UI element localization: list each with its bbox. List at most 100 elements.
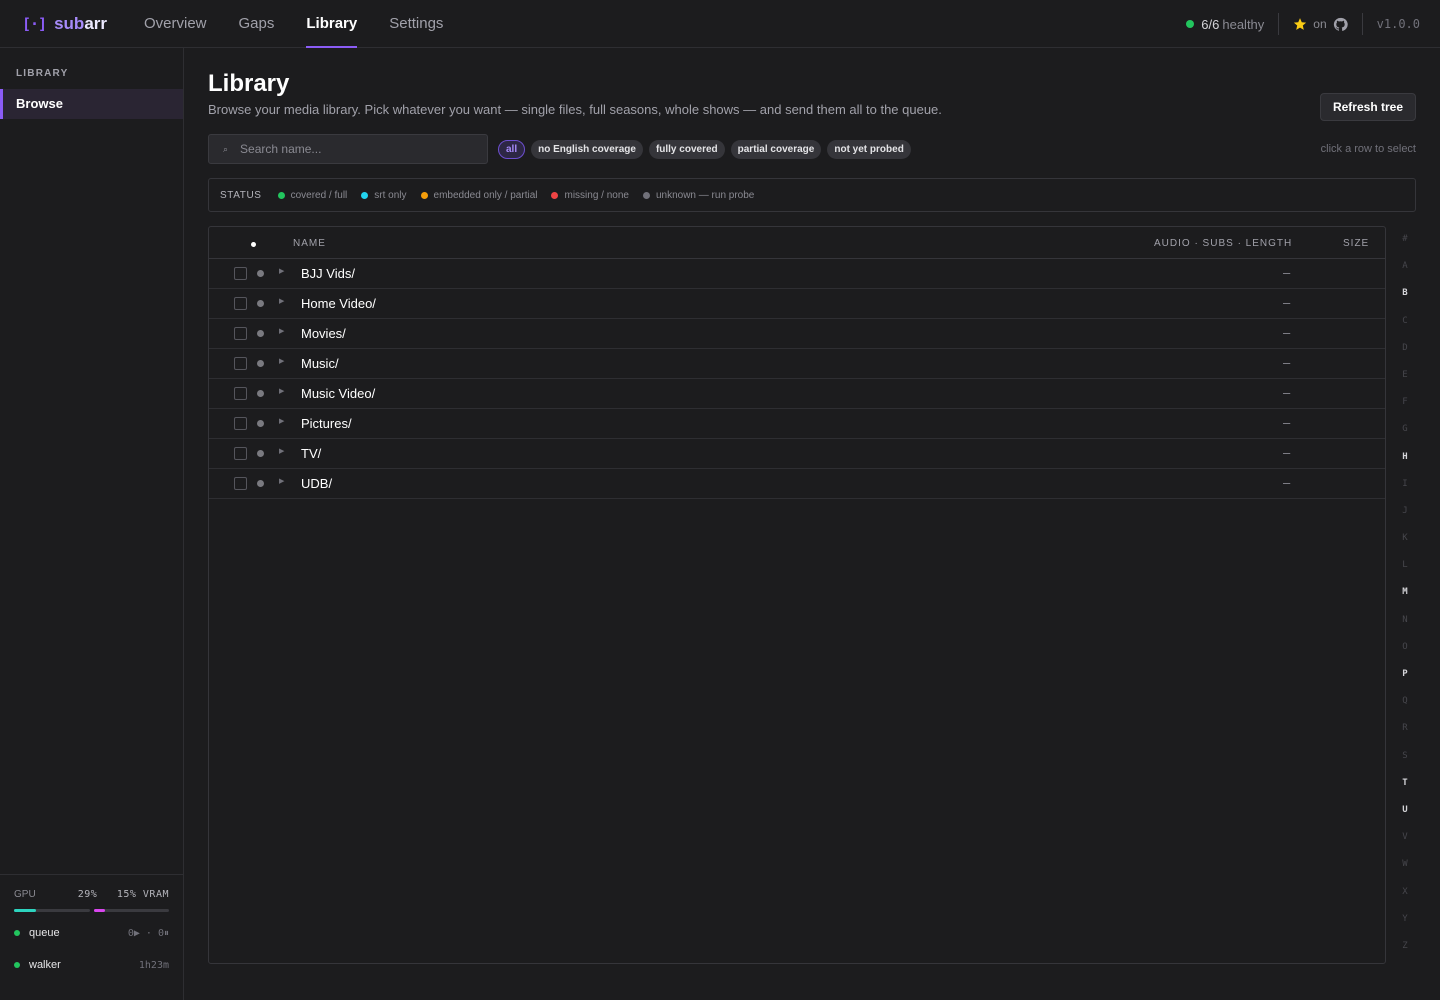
sidebar-item-browse[interactable]: Browse [0, 89, 183, 119]
service-walker[interactable]: walker 1h23m [14, 959, 169, 971]
filter-all[interactable]: all [498, 140, 526, 159]
alpha-index-letter[interactable]: F [1394, 397, 1416, 424]
tab-gaps[interactable]: Gaps [239, 0, 275, 48]
alpha-index-letter[interactable]: A [1394, 261, 1416, 288]
row-status-dot-icon [257, 270, 264, 277]
library-table: NAME AUDIO · SUBS · LENGTH SIZE ▶ BJJ Vid… [208, 226, 1386, 964]
legend-unknown-label: unknown — run probe [655, 189, 755, 201]
gpu-label: GPU [14, 889, 36, 900]
expand-caret-icon[interactable]: ▶ [279, 297, 284, 305]
filter-no-english[interactable]: no English coverage [531, 140, 643, 159]
alpha-index-letter[interactable]: O [1394, 642, 1416, 669]
tab-settings[interactable]: Settings [389, 0, 443, 48]
alpha-index-letter[interactable]: C [1394, 316, 1416, 343]
filter-partial[interactable]: partial coverage [730, 140, 822, 159]
legend-dot-icon [551, 191, 559, 199]
health-status[interactable]: 6/6 healthy [1186, 13, 1280, 35]
row-status-dot-icon [257, 330, 264, 337]
logo-mark-icon: [·] [22, 15, 47, 33]
alpha-index-letter[interactable]: T [1394, 778, 1416, 805]
row-checkbox[interactable] [234, 327, 247, 340]
expand-caret-icon[interactable]: ▶ [279, 327, 284, 335]
row-name: Movies/ [301, 326, 346, 341]
alpha-index-letter[interactable]: Y [1394, 914, 1416, 941]
status-column-dot-icon [251, 242, 256, 247]
vram-bar [94, 909, 169, 912]
alpha-index-letter[interactable]: S [1394, 751, 1416, 778]
table-row[interactable]: ▶ Home Video/ – [209, 289, 1385, 319]
gpu-usage: GPU 29% 15% VRAM [14, 889, 169, 900]
alpha-index-letter[interactable]: L [1394, 560, 1416, 587]
alpha-index-letter[interactable]: # [1394, 234, 1416, 261]
legend-missing-label: missing / none [564, 189, 629, 201]
row-name: TV/ [301, 446, 322, 461]
alpha-index-letter[interactable]: U [1394, 805, 1416, 832]
health-dot-icon [1186, 20, 1195, 28]
gpu-values: 29% 15% VRAM [78, 889, 169, 900]
expand-caret-icon[interactable]: ▶ [279, 357, 284, 365]
legend-srt-label: srt only [374, 189, 407, 201]
alpha-index-letter[interactable]: B [1394, 288, 1416, 315]
logo[interactable]: [·] subarr [22, 14, 107, 34]
alpha-index-letter[interactable]: Z [1394, 941, 1416, 968]
table-row[interactable]: ▶ Music Video/ – [209, 379, 1385, 409]
service-queue-name: queue [29, 927, 60, 939]
service-walker-name: walker [29, 959, 61, 971]
alpha-index-letter[interactable]: P [1394, 669, 1416, 696]
tab-library[interactable]: Library [306, 0, 357, 48]
row-status-dot-icon [257, 390, 264, 397]
alpha-index-letter[interactable]: Q [1394, 696, 1416, 723]
row-name: Music Video/ [301, 386, 376, 401]
alpha-index-letter[interactable]: H [1394, 452, 1416, 479]
alpha-index-letter[interactable]: M [1394, 587, 1416, 614]
alpha-index-letter[interactable]: K [1394, 533, 1416, 560]
row-checkbox[interactable] [234, 447, 247, 460]
table-row[interactable]: ▶ UDB/ – [209, 469, 1385, 499]
expand-caret-icon[interactable]: ▶ [279, 447, 284, 455]
row-checkbox[interactable] [234, 297, 247, 310]
alpha-index-letter[interactable]: G [1394, 424, 1416, 451]
search-box[interactable]: ⌕ [208, 134, 488, 164]
resource-panel: GPU 29% 15% VRAM queue 0▶ · 0⏸ walker 1h… [0, 874, 183, 1000]
filter-fully-covered[interactable]: fully covered [648, 140, 725, 159]
expand-caret-icon[interactable]: ▶ [279, 387, 284, 395]
legend-dot-icon [420, 191, 428, 199]
column-size[interactable]: SIZE [1343, 238, 1369, 249]
table-row[interactable]: ▶ Music/ – [209, 349, 1385, 379]
alpha-index-letter[interactable]: J [1394, 506, 1416, 533]
search-input[interactable] [240, 142, 461, 156]
alpha-index-letter[interactable]: V [1394, 832, 1416, 859]
expand-caret-icon[interactable]: ▶ [279, 267, 284, 275]
column-name[interactable]: NAME [293, 238, 326, 249]
table-row[interactable]: ▶ BJJ Vids/ – [209, 259, 1385, 289]
filter-not-probed[interactable]: not yet probed [827, 140, 911, 159]
row-name: Home Video/ [301, 296, 376, 311]
table-row[interactable]: ▶ Pictures/ – [209, 409, 1385, 439]
expand-caret-icon[interactable]: ▶ [279, 417, 284, 425]
row-checkbox[interactable] [234, 477, 247, 490]
github-star-link[interactable]: on [1279, 13, 1363, 35]
row-checkbox[interactable] [234, 417, 247, 430]
expand-caret-icon[interactable]: ▶ [279, 477, 284, 485]
table-row[interactable]: ▶ Movies/ – [209, 319, 1385, 349]
row-checkbox[interactable] [234, 387, 247, 400]
alpha-index-letter[interactable]: I [1394, 479, 1416, 506]
row-checkbox[interactable] [234, 357, 247, 370]
legend-embedded: embedded only / partial [420, 190, 537, 201]
alpha-index-letter[interactable]: E [1394, 370, 1416, 397]
refresh-tree-button[interactable]: Refresh tree [1319, 93, 1416, 121]
alpha-index-letter[interactable]: R [1394, 723, 1416, 750]
alpha-index-letter[interactable]: X [1394, 887, 1416, 914]
row-meta: – [1283, 385, 1291, 400]
alpha-index-letter[interactable]: N [1394, 615, 1416, 642]
alpha-index-letter[interactable]: W [1394, 859, 1416, 886]
search-icon: ⌕ [223, 143, 229, 154]
row-checkbox[interactable] [234, 267, 247, 280]
main-nav: Overview Gaps Library Settings [144, 0, 443, 48]
tab-overview[interactable]: Overview [144, 0, 207, 48]
service-queue[interactable]: queue 0▶ · 0⏸ [14, 927, 169, 939]
row-meta: – [1283, 325, 1291, 340]
sidebar-heading: LIBRARY [16, 68, 69, 79]
table-row[interactable]: ▶ TV/ – [209, 439, 1385, 469]
alpha-index-letter[interactable]: D [1394, 343, 1416, 370]
